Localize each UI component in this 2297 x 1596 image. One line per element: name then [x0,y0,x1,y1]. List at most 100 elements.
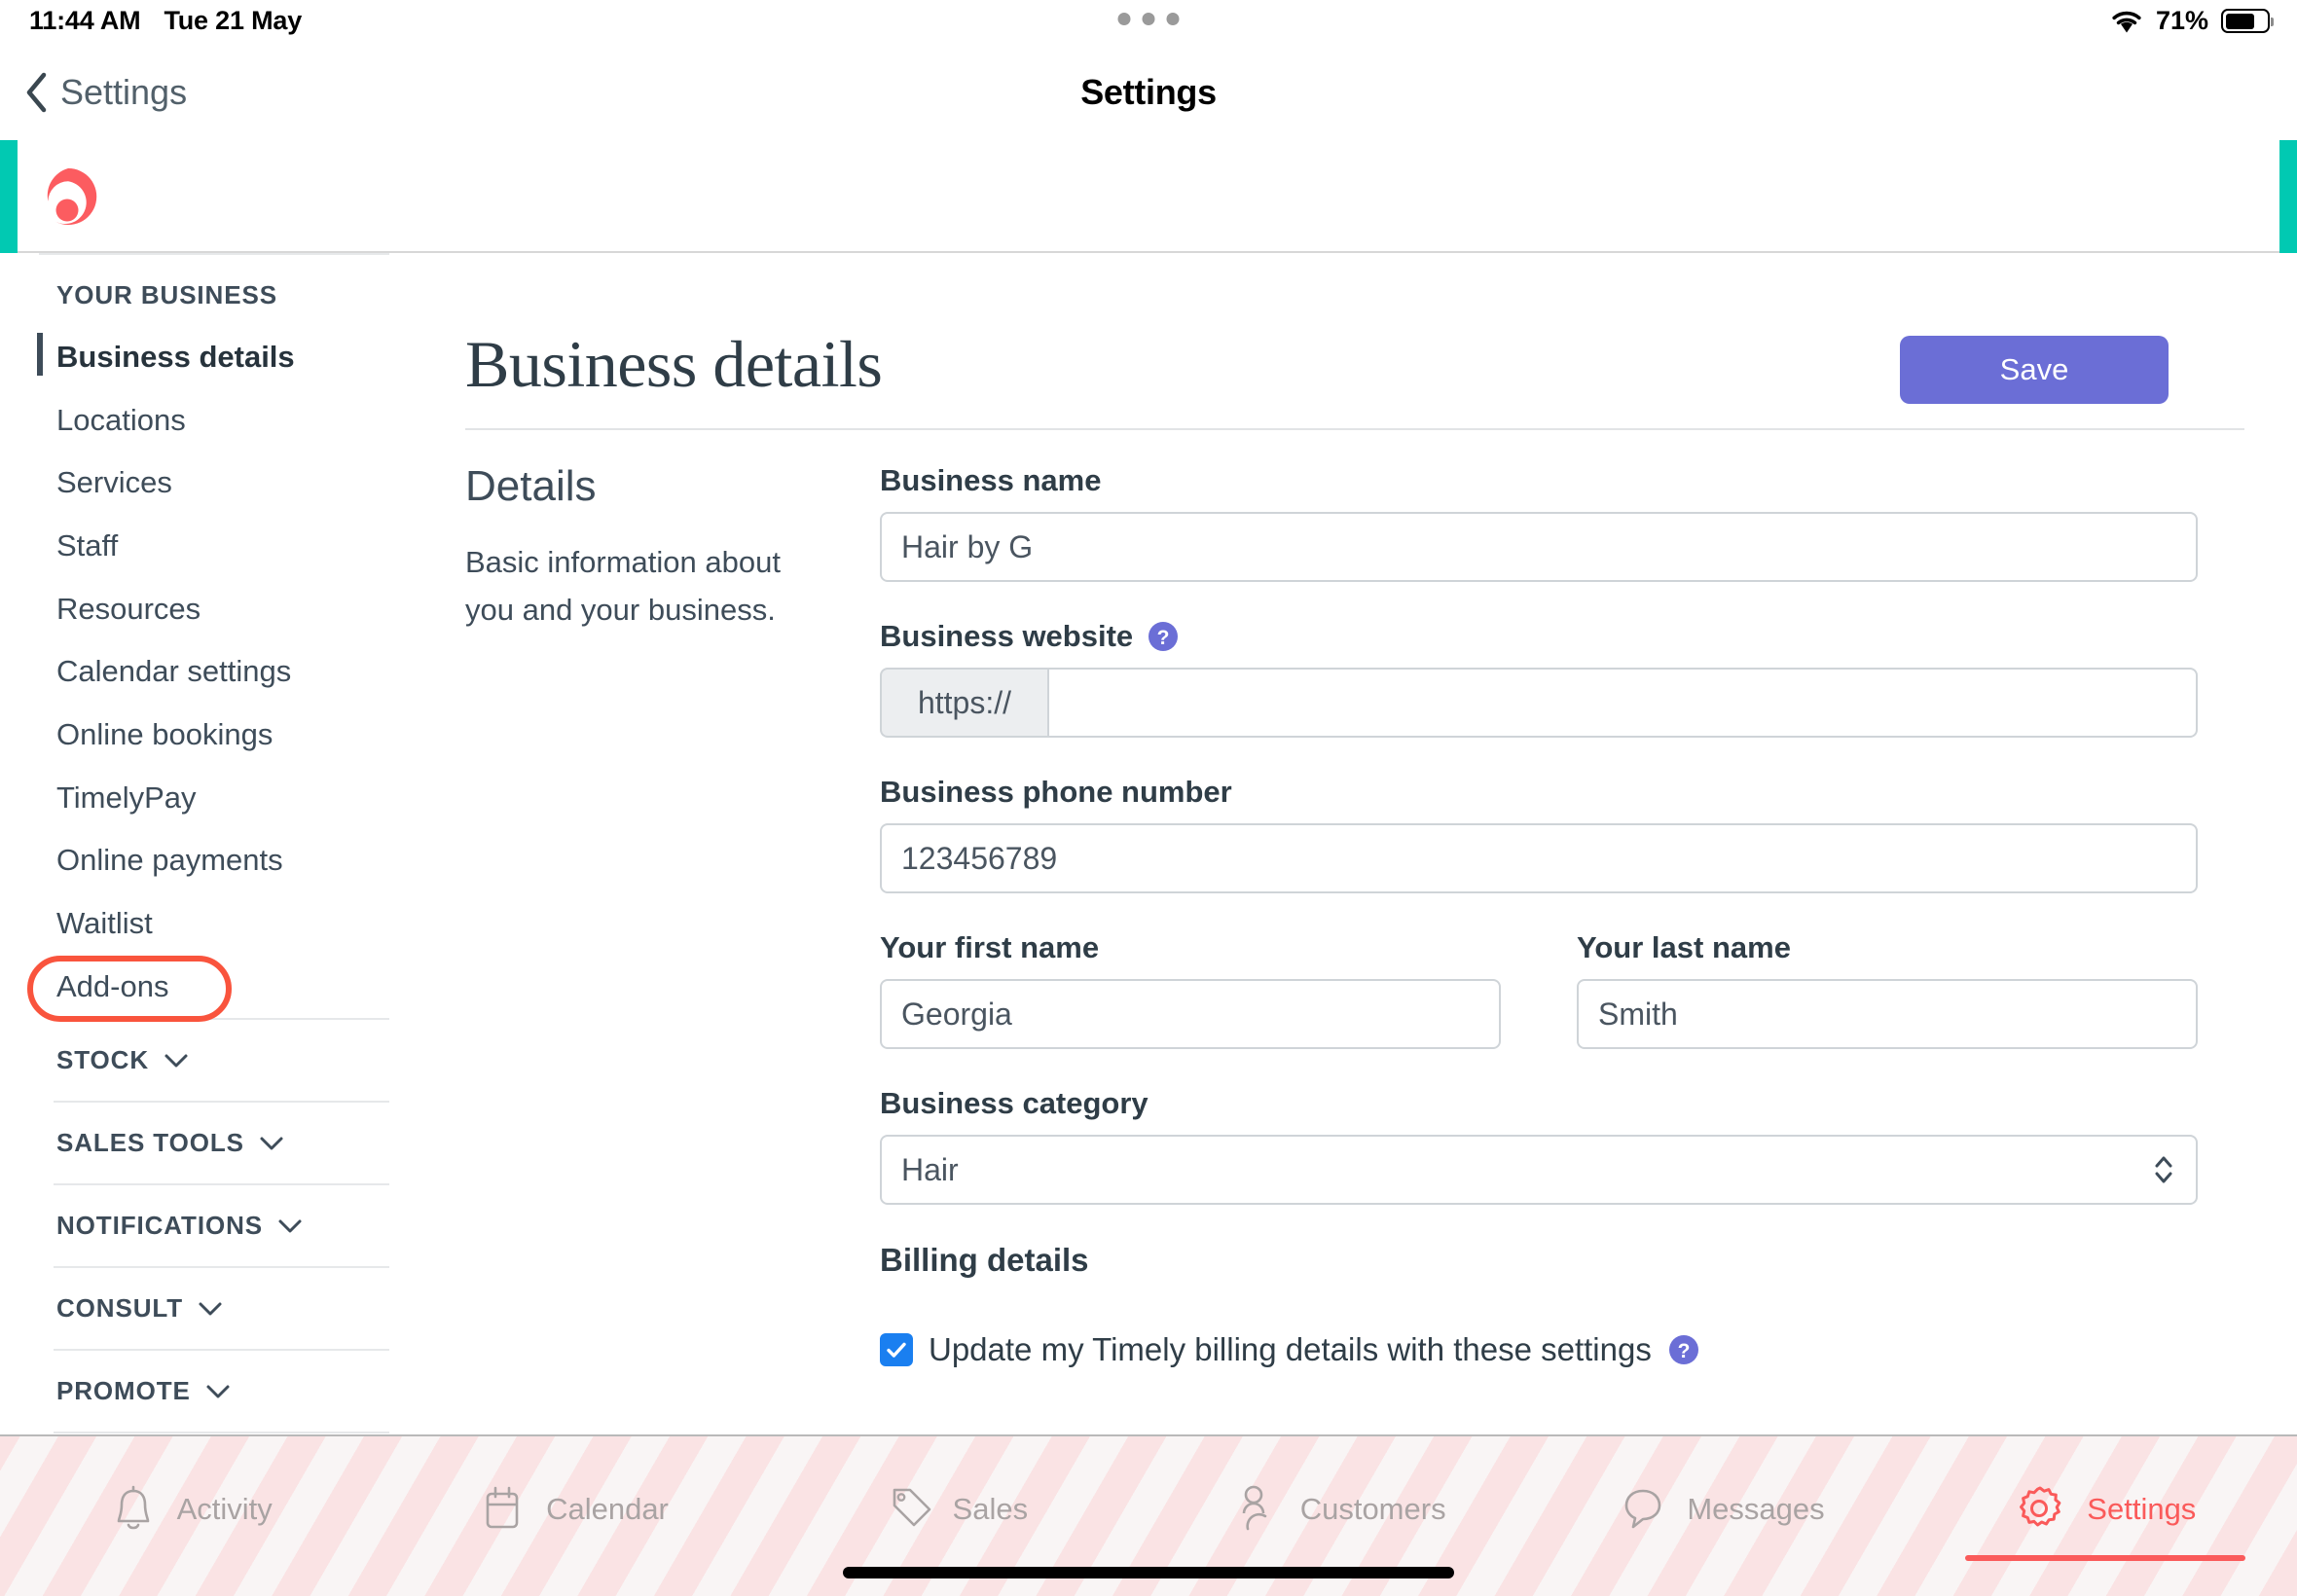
tag-icon [887,1484,931,1535]
main-content: Business details Save Details Basic info… [389,253,2297,1434]
sidebar-item-online-bookings[interactable]: Online bookings [0,704,389,767]
sidebar-item-business-details[interactable]: Business details [0,326,389,389]
business-name-input[interactable] [880,512,2198,582]
sidebar-item-label: Business details [56,340,295,374]
sidebar-item-services[interactable]: Services [0,452,389,515]
help-circle-icon[interactable]: ? [1147,620,1180,653]
business-category-label: Business category [880,1086,2198,1121]
business-website-label: Business website ? [880,619,2198,654]
business-phone-input[interactable] [880,823,2198,893]
business-name-label: Business name [880,463,2198,498]
chat-bubble-icon [1621,1484,1665,1535]
business-category-select[interactable] [880,1135,2198,1205]
tab-settings[interactable]: Settings [1914,1436,2297,1596]
sidebar-item-label: Online bookings [56,717,273,751]
business-website-input-group: https:// [880,668,2198,738]
website-protocol-prefix: https:// [880,668,1047,738]
business-category-select-wrapper [880,1135,2198,1205]
svg-text:?: ? [1677,1340,1690,1362]
sidebar-item-label: Resources [56,592,201,626]
sidebar-item-waitlist[interactable]: Waitlist [0,892,389,956]
sidebar-item-resources[interactable]: Resources [0,578,389,641]
sidebar-item-label: Services [56,465,172,499]
bottom-tab-bar: Activity Calendar Sales Customers Messag… [0,1434,2297,1596]
check-icon [885,1338,908,1361]
billing-checkbox-label: Update my Timely billing details with th… [929,1331,1652,1368]
help-circle-icon[interactable]: ? [1667,1333,1700,1366]
sidebar-item-locations[interactable]: Locations [0,389,389,453]
page-nav-title: Settings [1080,72,1217,113]
sidebar-group-label: NOTIFICATIONS [56,1211,263,1241]
business-phone-label: Business phone number [880,775,2198,810]
multitask-dots-icon[interactable] [1118,13,1180,25]
ios-status-bar: 11:44 AM Tue 21 May 71% [0,0,2297,45]
sidebar-item-timelypay[interactable]: TimelyPay [0,767,389,830]
chevron-left-icon [23,71,49,114]
battery-percent-label: 71% [2156,6,2208,36]
status-date: Tue 21 May [164,6,302,36]
back-button-label: Settings [60,72,187,113]
wifi-icon [2110,9,2143,34]
tab-label: Messages [1687,1492,1824,1527]
name-fields-row: Your first name Your last name [880,930,2198,1049]
sidebar-item-add-ons[interactable]: Add-ons [0,956,389,1019]
first-name-input[interactable] [880,979,1501,1049]
tab-calendar[interactable]: Calendar [383,1436,765,1596]
section-description: Basic information about you and your bus… [465,539,833,635]
tab-label: Sales [953,1492,1029,1527]
calendar-icon [480,1484,525,1535]
sidebar-group-promote[interactable]: PROMOTE [0,1351,389,1432]
first-name-label: Your first name [880,930,1501,965]
business-name-field-group: Business name [880,463,2198,582]
sidebar-item-staff[interactable]: Staff [0,515,389,578]
sidebar-group-notifications[interactable]: NOTIFICATIONS [0,1185,389,1266]
status-bar-right: 71% [2110,6,2270,36]
timely-logo[interactable] [37,165,99,228]
business-website-input[interactable] [1047,668,2198,738]
billing-details-title: Billing details [880,1242,2198,1279]
business-category-field-group: Business category [880,1086,2198,1205]
save-button[interactable]: Save [1900,336,2169,404]
sidebar-group-consult[interactable]: CONSULT [0,1268,389,1349]
home-indicator[interactable] [843,1567,1454,1578]
sidebar-item-online-payments[interactable]: Online payments [0,829,389,892]
business-phone-field-group: Business phone number [880,775,2198,893]
section-title: Details [465,463,833,510]
chevron-down-icon [259,1136,284,1151]
ios-nav-bar: Settings Settings [0,45,2297,140]
last-name-field-group: Your last name [1577,930,2198,1049]
sidebar-group-label: PROMOTE [56,1376,191,1406]
web-app-frame: YOUR BUSINESS Business details Locations… [0,140,2297,1434]
active-tab-indicator [1965,1555,2245,1561]
sidebar-item-calendar-settings[interactable]: Calendar settings [0,640,389,704]
app-header [0,140,2297,253]
sidebar-group-sales-tools[interactable]: SALES TOOLS [0,1103,389,1183]
tab-messages[interactable]: Messages [1531,1436,1914,1596]
details-description-column: Details Basic information about you and … [465,463,880,1368]
svg-text:?: ? [1157,627,1170,649]
sidebar-group-label: SALES TOOLS [56,1128,244,1158]
tab-activity[interactable]: Activity [0,1436,383,1596]
sidebar-group-label: CONSULT [56,1293,183,1324]
sidebar-group-stock[interactable]: STOCK [0,1020,389,1101]
sidebar-item-label: Staff [56,528,118,562]
billing-checkbox-row: Update my Timely billing details with th… [880,1331,2198,1368]
accent-bar-right [2279,140,2297,253]
business-website-label-text: Business website [880,619,1133,654]
last-name-input[interactable] [1577,979,2198,1049]
billing-details-section: Billing details Update my Timely billing… [880,1242,2198,1368]
sidebar-item-label: Add-ons [56,969,168,1003]
sidebar-group-label: STOCK [56,1045,149,1075]
status-time: 11:44 AM [29,6,140,36]
last-name-label: Your last name [1577,930,2198,965]
sidebar-item-label: Calendar settings [56,654,291,688]
sidebar-item-label: Online payments [56,843,283,877]
person-icon [1234,1484,1279,1535]
chevron-down-icon [277,1218,303,1234]
first-name-field-group: Your first name [880,930,1501,1049]
billing-checkbox[interactable] [880,1333,913,1366]
tab-label: Calendar [546,1492,669,1527]
back-button[interactable]: Settings [23,71,187,114]
chevron-down-icon [164,1053,189,1069]
tab-label: Activity [177,1492,273,1527]
